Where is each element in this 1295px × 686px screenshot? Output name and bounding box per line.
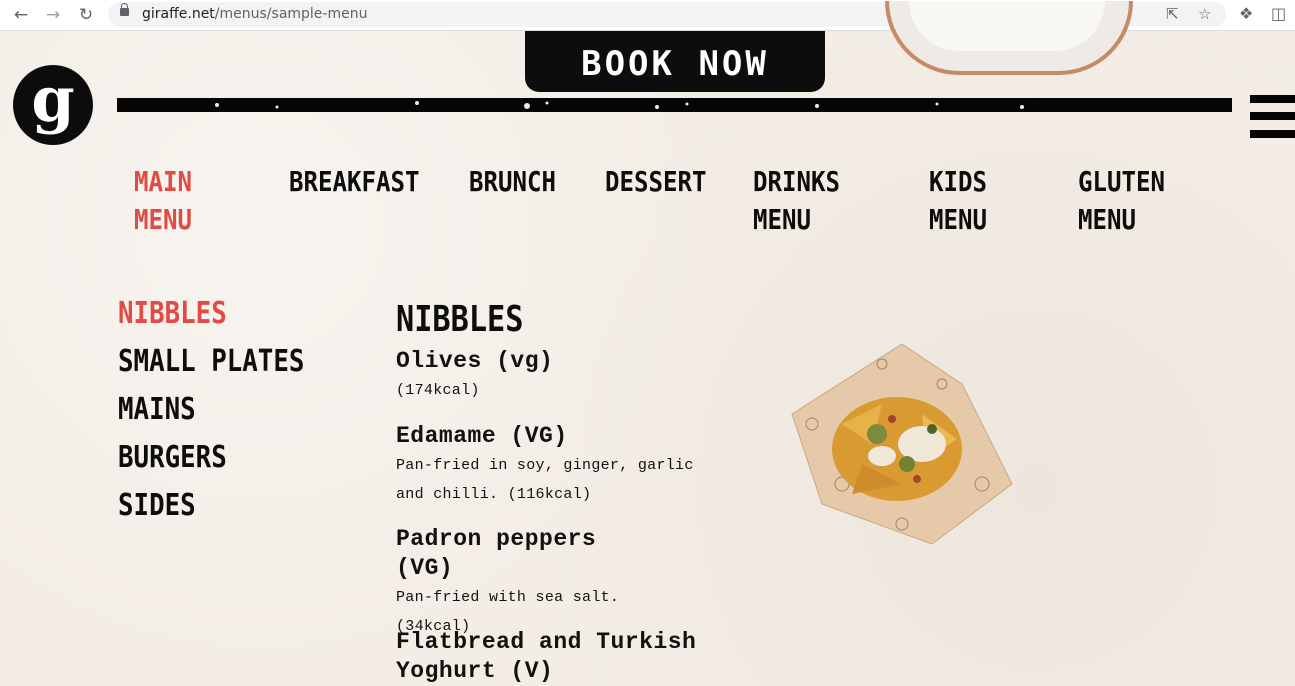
tab-main-menu[interactable]: MAIN MENU (134, 163, 192, 239)
url-domain: giraffe.net (142, 6, 215, 22)
bookmark-star-icon[interactable]: ☆ (1198, 5, 1211, 23)
tab-brunch[interactable]: BRUNCH (469, 163, 556, 201)
section-title: NIBBLES (396, 299, 524, 340)
tab-kids-menu[interactable]: KIDS MENU (929, 163, 987, 239)
book-now-button[interactable]: BOOK NOW (525, 31, 825, 92)
menu-item: Flatbread and Turkish Yoghurt (V) (396, 628, 726, 686)
category-small-plates[interactable]: SMALL PLATES (118, 342, 304, 382)
nachos-dish-image (782, 343, 1014, 545)
tab-breakfast[interactable]: BREAKFAST (289, 163, 419, 201)
lock-icon (120, 3, 129, 16)
category-nibbles[interactable]: NIBBLES (118, 294, 227, 334)
extensions-icon[interactable]: ❖ (1239, 4, 1253, 23)
menu-item: Olives (vg) (174kcal) (396, 347, 736, 405)
category-burgers[interactable]: BURGERS (118, 438, 227, 478)
item-name: Flatbread and Turkish Yoghurt (V) (396, 629, 697, 684)
hero-dish-image (885, 1, 1133, 75)
giraffe-logo[interactable]: g (13, 65, 93, 145)
item-name: Edamame (VG) (396, 423, 568, 449)
item-name: Olives (vg) (396, 348, 554, 374)
tab-drinks-menu[interactable]: DRINKS MENU (753, 163, 840, 239)
page-content: BOOK NOW g MAIN MENU BREAKFAST BRUNCH DE… (0, 1, 1295, 686)
side-panel-icon[interactable]: ◫ (1271, 4, 1286, 23)
header-divider (117, 98, 1232, 112)
url-text: giraffe.net/menus/sample-menu (142, 6, 367, 22)
reload-icon[interactable]: ↻ (75, 4, 97, 26)
tab-gluten-menu[interactable]: GLUTEN MENU (1078, 163, 1165, 239)
menu-item: Padron peppers (VG) Pan-fried with sea s… (396, 525, 636, 641)
hamburger-menu-icon[interactable] (1250, 95, 1295, 145)
category-mains[interactable]: MAINS (118, 390, 196, 430)
item-description: Pan-fried in soy, ginger, garlic and chi… (396, 457, 694, 503)
item-description: (174kcal) (396, 382, 480, 399)
menu-item: Edamame (VG) Pan-fried in soy, ginger, g… (396, 422, 706, 509)
back-icon[interactable]: ← (10, 4, 32, 26)
tab-dessert[interactable]: DESSERT (605, 163, 706, 201)
category-sides[interactable]: SIDES (118, 486, 196, 526)
share-icon[interactable]: ⇱ (1166, 5, 1179, 23)
item-name: Padron peppers (VG) (396, 526, 597, 581)
url-path: /menus/sample-menu (214, 6, 368, 22)
forward-icon[interactable]: → (42, 4, 64, 26)
